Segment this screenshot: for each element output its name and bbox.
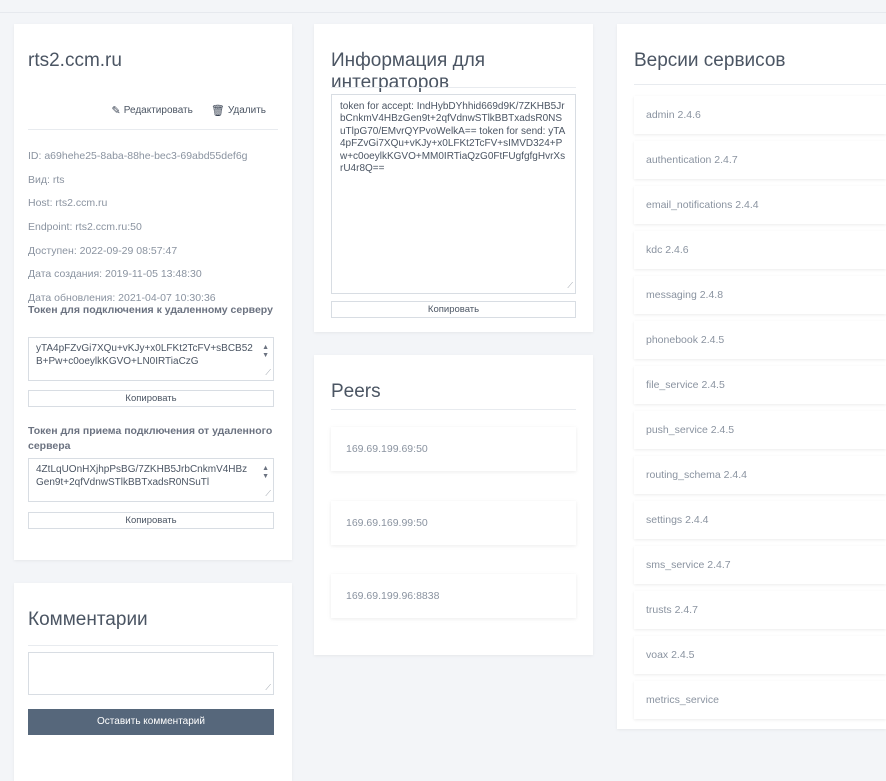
server-card: rts2.ccm.ru ✎ Редактировать 🗑 Удалить ID… xyxy=(14,24,292,560)
integrators-card: Информация для интеграторов token for ac… xyxy=(314,24,593,332)
copy-integrators-button[interactable]: Копировать xyxy=(331,301,576,318)
server-actions: ✎ Редактировать 🗑 Удалить xyxy=(112,104,266,117)
edit-button[interactable]: ✎ Редактировать xyxy=(112,104,193,117)
divider xyxy=(634,84,886,85)
version-item: messaging 2.4.8 xyxy=(634,276,886,314)
delete-label: Удалить xyxy=(227,105,266,116)
version-item: push_service 2.4.5 xyxy=(634,411,886,449)
trash-icon: 🗑 xyxy=(210,105,225,117)
token-connect-field[interactable]: yTA4pFZvGi7XQu+vKJy+x0LFKt2TcFV+sBCB52B+… xyxy=(28,337,274,381)
token-connect-label: Токен для подключения к удаленному серве… xyxy=(28,304,273,316)
resize-handle-icon[interactable]: ⟋ xyxy=(265,683,271,693)
peers-card: Peers 169.69.199.69:50 169.69.169.99:50 … xyxy=(314,355,593,655)
token-receive-label: Токен для приема подключения от удаленно… xyxy=(28,425,273,452)
top-divider xyxy=(0,12,886,13)
info-available: Доступен: 2022-09-29 08:57:47 xyxy=(28,244,178,257)
version-item: settings 2.4.4 xyxy=(634,501,886,539)
delete-button[interactable]: 🗑 Удалить xyxy=(211,104,266,117)
peer-item[interactable]: 169.69.199.69:50 xyxy=(331,427,576,471)
pencil-icon: ✎ xyxy=(111,105,121,117)
version-item: metrics_service xyxy=(634,681,886,719)
version-item: authentication 2.4.7 xyxy=(634,141,886,179)
submit-comment-button[interactable]: Оставить комментарий xyxy=(28,709,274,735)
integrators-textarea[interactable]: token for accept: IndHybDYhhid669d9K/7ZK… xyxy=(331,94,576,294)
divider xyxy=(28,129,278,130)
peer-item[interactable]: 169.69.199.96:8838 xyxy=(331,574,576,618)
token-receive-value: 4ZtLqUOnHXjhpPsBG/7ZKHB5JrbCnkmV4HBzGen9… xyxy=(36,464,248,488)
version-item: email_notifications 2.4.4 xyxy=(634,186,886,224)
comment-input[interactable]: ⟋ xyxy=(28,652,274,695)
info-type: Вид: rts xyxy=(28,173,65,186)
version-item: trusts 2.4.7 xyxy=(634,591,886,629)
server-title: rts2.ccm.ru xyxy=(28,50,122,71)
divider xyxy=(28,645,278,646)
versions-title: Версии сервисов xyxy=(634,50,786,71)
copy-token-connect-button[interactable]: Копировать xyxy=(28,390,274,407)
spinner-icon[interactable]: ▲ ▼ xyxy=(262,344,269,360)
version-item: file_service 2.4.5 xyxy=(634,366,886,404)
copy-token-receive-button[interactable]: Копировать xyxy=(28,512,274,529)
versions-card: Версии сервисов admin 2.4.6 authenticati… xyxy=(617,24,886,729)
peers-title: Peers xyxy=(331,381,381,402)
token-receive-field[interactable]: 4ZtLqUOnHXjhpPsBG/7ZKHB5JrbCnkmV4HBzGen9… xyxy=(28,458,274,502)
resize-handle-icon[interactable]: ⟋ xyxy=(265,366,271,379)
spinner-icon[interactable]: ▲ ▼ xyxy=(262,465,269,481)
version-item: phonebook 2.4.5 xyxy=(634,321,886,359)
token-connect-value: yTA4pFZvGi7XQu+vKJy+x0LFKt2TcFV+sBCB52B+… xyxy=(36,343,253,367)
integrators-text: token for accept: IndHybDYhhid669d9K/7ZK… xyxy=(340,101,566,175)
version-item: kdc 2.4.6 xyxy=(634,231,886,269)
comments-title: Комментарии xyxy=(28,609,148,630)
edit-label: Редактировать xyxy=(123,105,193,116)
version-item: routing_schema 2.4.4 xyxy=(634,456,886,494)
info-id: ID: a69hehe25-8aba-88he-bec3-69abd55def6… xyxy=(28,150,248,162)
info-endpoint: Endpoint: rts2.ccm.ru:50 xyxy=(28,221,142,234)
version-item: admin 2.4.6 xyxy=(634,96,886,134)
divider xyxy=(331,87,576,88)
comments-card: Комментарии ⟋ Оставить комментарий xyxy=(14,583,292,781)
info-host: Host: rts2.ccm.ru xyxy=(28,197,108,210)
version-item: voax 2.4.5 xyxy=(634,636,886,674)
peer-item[interactable]: 169.69.169.99:50 xyxy=(331,501,576,545)
server-info-list: ID: a69hehe25-8aba-88he-bec3-69abd55def6… xyxy=(28,145,248,311)
info-created: Дата создания: 2019-11-05 13:48:30 xyxy=(28,268,202,281)
resize-handle-icon[interactable]: ⟋ xyxy=(265,487,271,500)
version-item: sms_service 2.4.7 xyxy=(634,546,886,584)
divider xyxy=(331,409,576,410)
resize-handle-icon[interactable]: ⟋ xyxy=(567,280,573,292)
